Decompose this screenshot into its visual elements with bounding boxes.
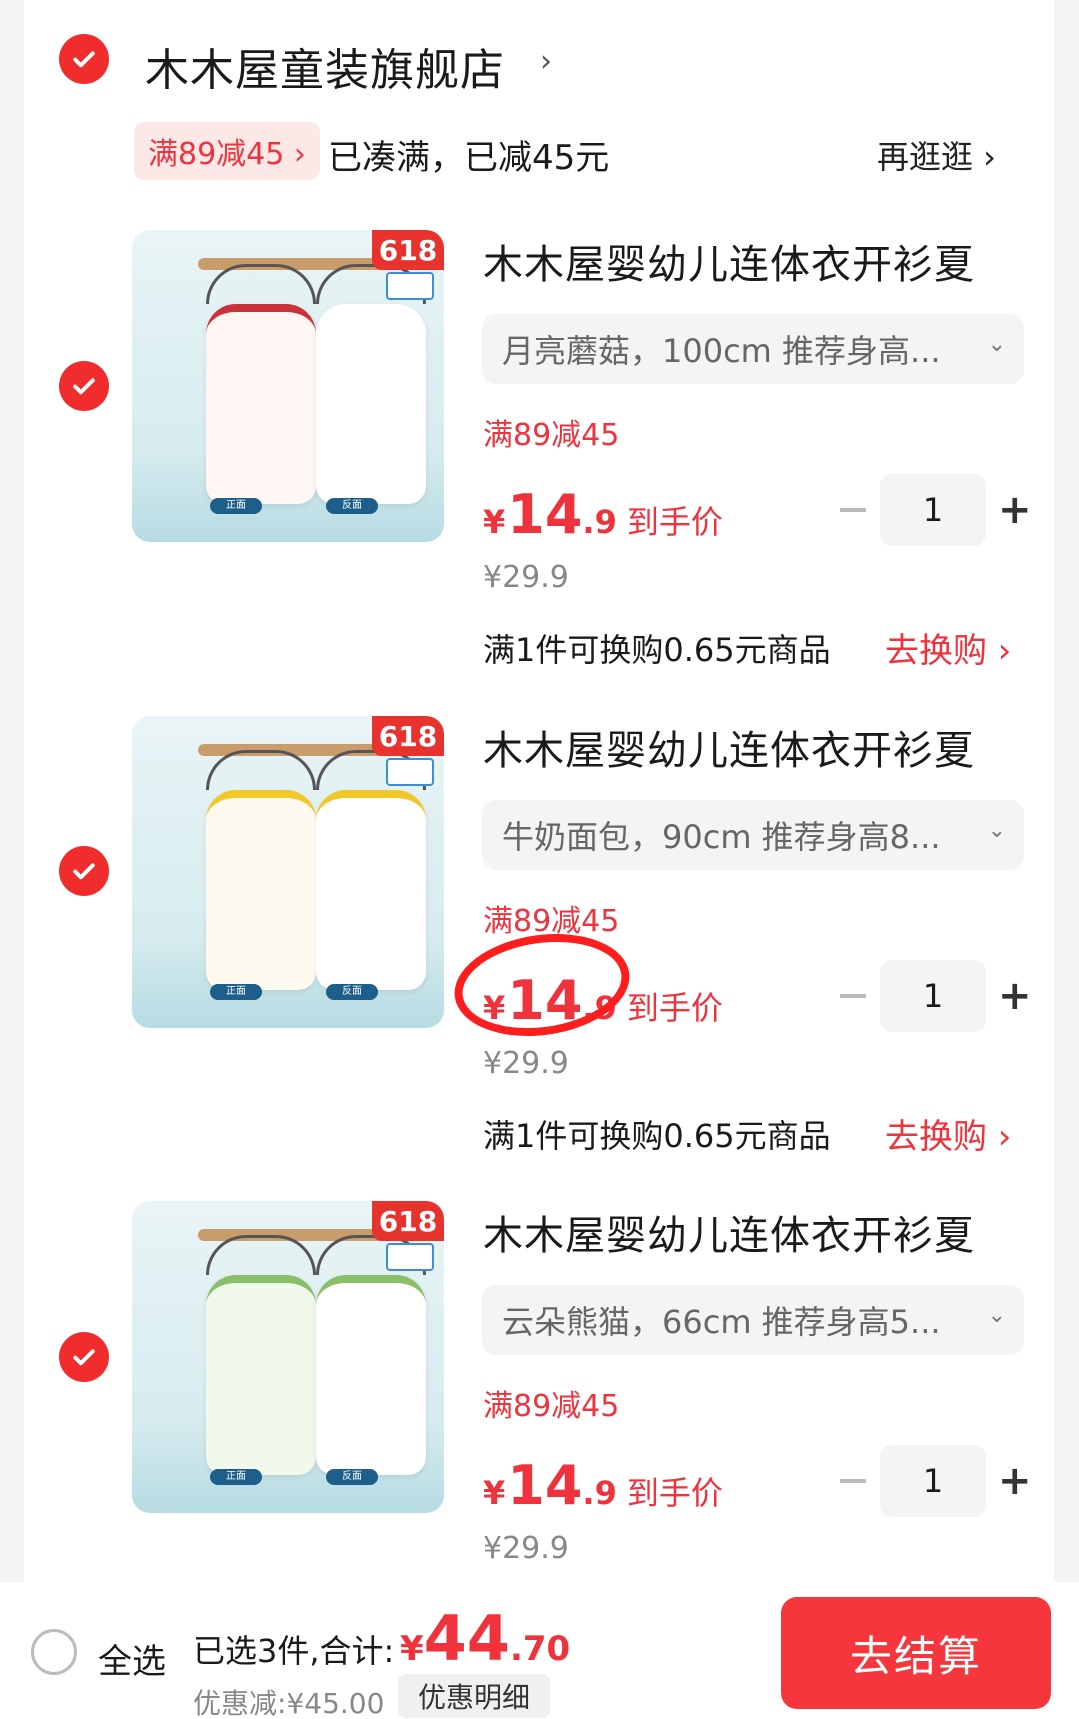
- garment-back: [316, 1275, 426, 1475]
- total-dec: .70: [509, 1629, 571, 1669]
- sku-text: 牛奶面包，90cm 推荐身高8...: [502, 818, 941, 856]
- price-yen: ¥: [483, 503, 506, 541]
- check-icon: [73, 51, 95, 68]
- selected-count: 已选3件,合计:: [193, 1632, 395, 1670]
- quantity-input[interactable]: 1: [880, 474, 986, 546]
- checkout-bar: 全选 已选3件,合计: ¥ 44 .70 优惠减:¥45.00 优惠明细 去结算: [0, 1582, 1079, 1719]
- checkout-button[interactable]: 去结算: [781, 1597, 1051, 1709]
- product-image[interactable]: 618 正面 反面: [132, 716, 444, 1028]
- item-checkbox[interactable]: [59, 361, 109, 411]
- fabric-badge: [386, 758, 434, 786]
- front-label: 正面: [210, 498, 262, 514]
- swap-link[interactable]: 去换购 ›: [885, 1109, 1011, 1158]
- front-label: 正面: [210, 1469, 262, 1485]
- promo-badge: 618: [372, 230, 444, 270]
- hanger: [206, 1235, 316, 1275]
- minus-icon[interactable]: [840, 994, 866, 998]
- stroll-link[interactable]: 再逛逛 ›: [877, 132, 996, 178]
- garment-back: [316, 304, 426, 504]
- back-label: 反面: [326, 498, 378, 514]
- promo-badge: 618: [372, 1201, 444, 1241]
- product-title[interactable]: 木木屋婴幼儿连体衣开衫夏: [483, 718, 975, 776]
- quantity-input[interactable]: 1: [880, 1445, 986, 1517]
- minus-icon[interactable]: [840, 508, 866, 512]
- price-yen: ¥: [483, 1474, 506, 1512]
- sku-text: 月亮蘑菇，100cm 推荐身高...: [502, 332, 941, 370]
- price-dec: .9: [582, 1474, 617, 1512]
- quantity-input[interactable]: 1: [880, 960, 986, 1032]
- item-promo: 满89减45: [483, 1389, 620, 1424]
- check-icon: [73, 378, 95, 395]
- discount-detail-button[interactable]: 优惠明细: [398, 1674, 550, 1718]
- check-icon: [73, 863, 95, 880]
- store-name[interactable]: 木木屋童装旗舰店: [145, 34, 505, 98]
- total-int: 44: [423, 1602, 510, 1675]
- promo-badge: 618: [372, 716, 444, 756]
- price-dec: .9: [582, 503, 617, 541]
- chevron-down-icon: ⌄: [987, 1303, 1006, 1328]
- price-int: 14: [507, 483, 583, 546]
- quantity-stepper: 1 +: [840, 1445, 1040, 1517]
- plus-icon[interactable]: +: [998, 490, 1032, 530]
- discount-text: 优惠减:¥45.00: [193, 1687, 385, 1719]
- sku-selector[interactable]: 云朵熊猫，66cm 推荐身高5... ⌄: [482, 1285, 1024, 1355]
- fabric-badge: [386, 1243, 434, 1271]
- fabric-badge: [386, 272, 434, 300]
- total-yen: ¥: [400, 1629, 424, 1669]
- plus-icon[interactable]: +: [998, 976, 1032, 1016]
- garment-front: [206, 790, 316, 990]
- product-image[interactable]: 618 正面 反面: [132, 1201, 444, 1513]
- quantity-stepper: 1 +: [840, 960, 1040, 1032]
- total-price: ¥ 44 .70: [400, 1602, 570, 1675]
- final-price: ¥ 14 .9 到手价: [483, 483, 723, 546]
- minus-icon[interactable]: [840, 1479, 866, 1483]
- check-icon: [73, 1349, 95, 1366]
- original-price: ¥29.9: [483, 1046, 569, 1081]
- garment-front: [206, 1275, 316, 1475]
- promo-tag[interactable]: 满89减45 ›: [134, 122, 320, 180]
- garment-back: [316, 790, 426, 990]
- product-title[interactable]: 木木屋婴幼儿连体衣开衫夏: [483, 232, 975, 290]
- final-price: ¥ 14 .9 到手价: [483, 1454, 723, 1517]
- swap-offer-text: 满1件可换购0.65元商品: [483, 1117, 831, 1155]
- item-promo: 满89减45: [483, 418, 620, 453]
- select-all-label[interactable]: 全选: [98, 1634, 166, 1683]
- price-suffix: 到手价: [626, 1474, 723, 1512]
- swap-link[interactable]: 去换购 ›: [885, 623, 1011, 672]
- price-int: 14: [507, 1454, 583, 1517]
- item-checkbox[interactable]: [59, 846, 109, 896]
- garment-front: [206, 304, 316, 504]
- cart-page: 木木屋童装旗舰店 › 满89减45 › 已凑满，已减45元 再逛逛 › 618 …: [0, 0, 1079, 1719]
- sku-selector[interactable]: 月亮蘑菇，100cm 推荐身高... ⌄: [482, 314, 1024, 384]
- sku-selector[interactable]: 牛奶面包，90cm 推荐身高8... ⌄: [482, 800, 1024, 870]
- swap-offer-text: 满1件可换购0.65元商品: [483, 631, 831, 669]
- product-title[interactable]: 木木屋婴幼儿连体衣开衫夏: [483, 1203, 975, 1261]
- chevron-down-icon: ⌄: [987, 818, 1006, 843]
- sku-text: 云朵熊猫，66cm 推荐身高5...: [502, 1303, 941, 1341]
- front-label: 正面: [210, 984, 262, 1000]
- select-all-radio[interactable]: [31, 1629, 77, 1675]
- hanger: [206, 264, 316, 304]
- original-price: ¥29.9: [483, 560, 569, 595]
- original-price: ¥29.9: [483, 1531, 569, 1566]
- promo-status: 已凑满，已减45元: [328, 138, 610, 178]
- price-suffix: 到手价: [626, 989, 723, 1027]
- quantity-stepper: 1 +: [840, 474, 1040, 546]
- store-checkbox[interactable]: [59, 34, 109, 84]
- back-label: 反面: [326, 1469, 378, 1485]
- product-image[interactable]: 618 正面 反面: [132, 230, 444, 542]
- back-label: 反面: [326, 984, 378, 1000]
- chevron-down-icon: ⌄: [987, 332, 1006, 357]
- item-checkbox[interactable]: [59, 1332, 109, 1382]
- hanger: [206, 750, 316, 790]
- price-suffix: 到手价: [626, 503, 723, 541]
- chevron-right-icon[interactable]: ›: [540, 44, 552, 79]
- plus-icon[interactable]: +: [998, 1461, 1032, 1501]
